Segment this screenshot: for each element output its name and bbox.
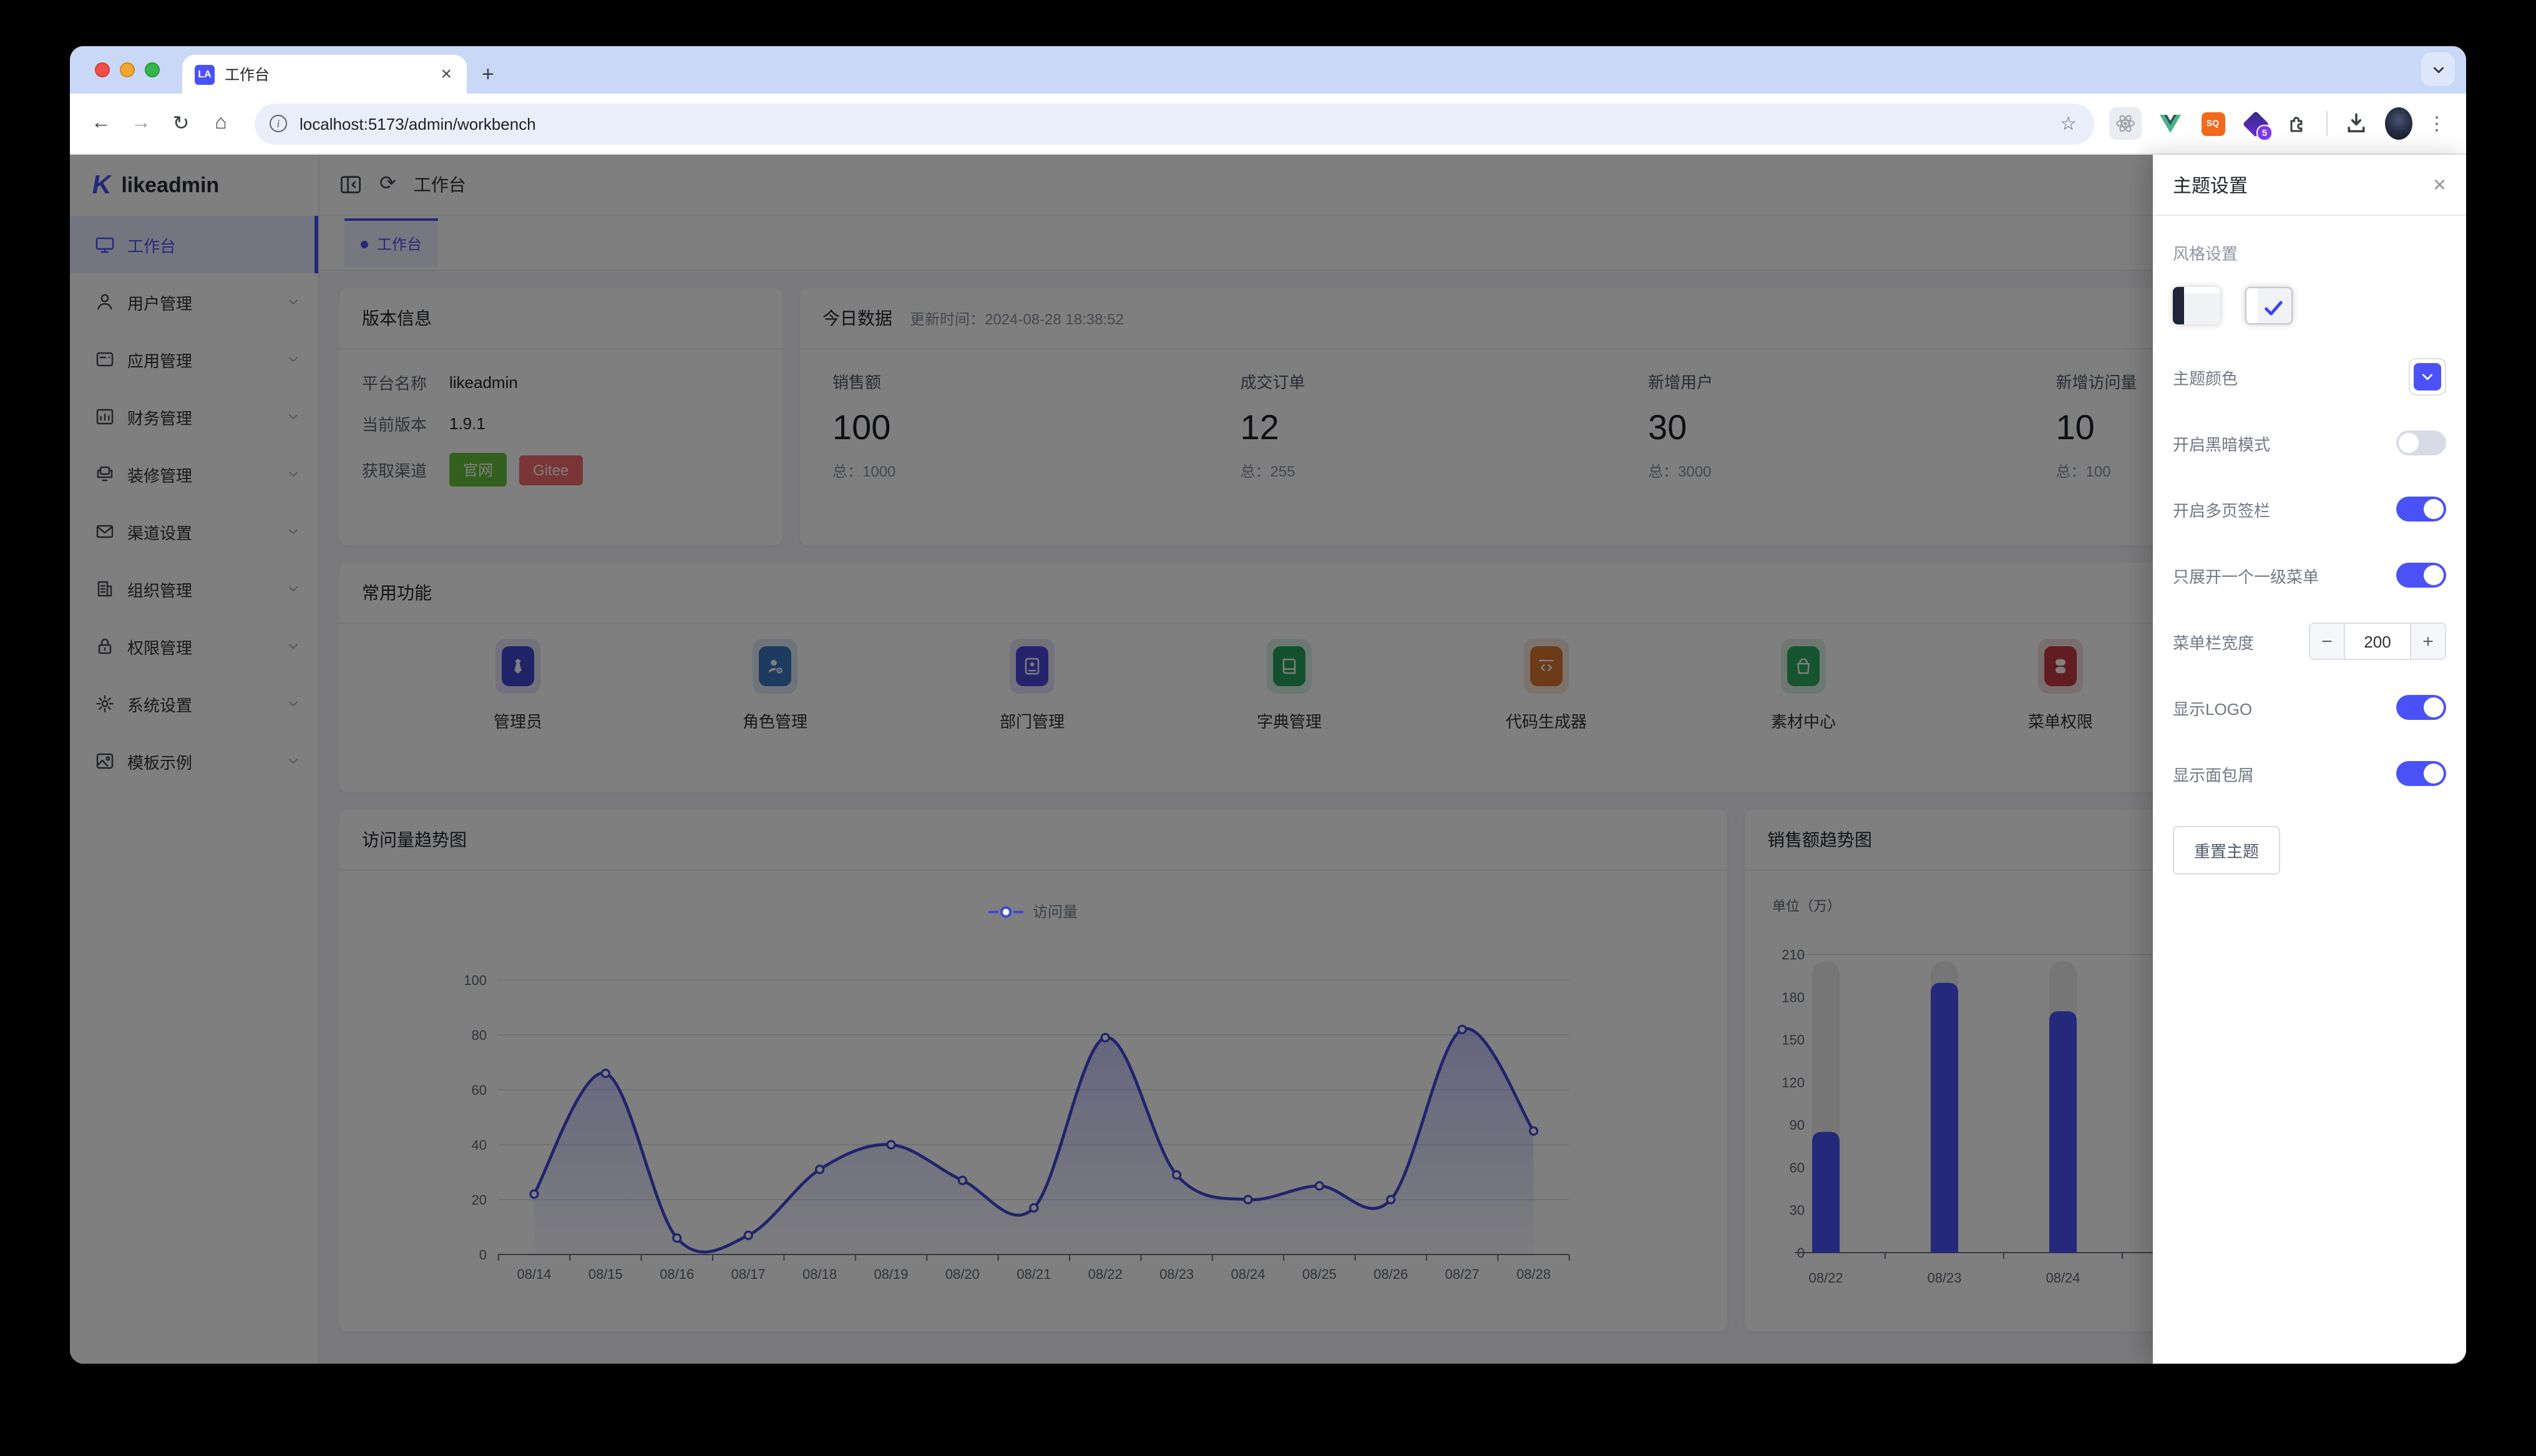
minimize-window-button[interactable] <box>120 62 135 77</box>
tab-title: 工作台 <box>225 66 270 84</box>
stepper-plus-button[interactable]: + <box>2410 624 2445 659</box>
thumb-sidebar <box>2173 287 2184 324</box>
drawer-overlay[interactable] <box>70 155 2466 1364</box>
react-devtools-icon[interactable] <box>2109 107 2142 140</box>
theme-color-row: 主题颜色 <box>2173 357 2446 397</box>
drawer-header: 主题设置 × <box>2153 155 2466 216</box>
drawer-row-label: 开启多页签栏 <box>2173 501 2271 520</box>
screen: LA 工作台 × + ← → ↻ ⌂ i localhost:5173/admi… <box>0 0 2536 1456</box>
close-icon[interactable]: × <box>2433 173 2446 196</box>
reset-theme-button[interactable]: 重置主题 <box>2173 826 2281 875</box>
back-button[interactable]: ← <box>85 107 117 140</box>
thumb-sidebar <box>2246 288 2258 323</box>
color-swatch <box>2414 363 2441 391</box>
address-bar[interactable]: i localhost:5173/admin/workbench ☆ <box>255 103 2094 144</box>
theme-color-picker[interactable] <box>2409 358 2446 396</box>
tab-favicon: LA <box>195 64 215 84</box>
menu-width-stepper: −+ <box>2309 623 2446 660</box>
vue-logo-icon <box>2160 115 2181 133</box>
site-info-icon[interactable]: i <box>270 115 287 132</box>
drawer-row-菜单栏宽度: 菜单栏宽度−+ <box>2173 621 2446 661</box>
theme-color-label: 主题颜色 <box>2173 369 2238 387</box>
extension-count-badge: 5 <box>2256 125 2273 141</box>
close-window-button[interactable] <box>95 62 110 77</box>
drawer-row-label: 菜单栏宽度 <box>2173 633 2255 652</box>
toggle-knob <box>2424 565 2444 585</box>
browser-tabstrip: LA 工作台 × + <box>70 46 2466 94</box>
drawer-row-label: 开启黑暗模式 <box>2173 435 2271 454</box>
toggle-knob <box>2399 433 2419 453</box>
toggle-显示LOGO[interactable] <box>2396 695 2446 720</box>
toggle-knob <box>2424 499 2444 519</box>
sq-badge: SQ <box>2201 112 2225 135</box>
chevron-down-icon <box>2432 66 2444 73</box>
new-tab-button[interactable]: + <box>482 64 494 85</box>
drawer-row-开启黑暗模式: 开启黑暗模式 <box>2173 423 2446 463</box>
legend-label: 访问量 <box>1032 903 1078 921</box>
toggle-knob <box>2424 764 2444 784</box>
browser-tab[interactable]: LA 工作台 × <box>182 55 467 94</box>
zoom-window-button[interactable] <box>145 62 160 77</box>
bookmark-star-icon[interactable]: ☆ <box>2050 112 2087 135</box>
toggle-只展开一个一级菜单[interactable] <box>2396 563 2446 588</box>
drawer-title: 主题设置 <box>2173 175 2248 197</box>
drawer-row-显示LOGO: 显示LOGO <box>2173 687 2446 727</box>
extensions-area: SQ 5 ⋮ <box>2104 107 2451 141</box>
check-icon <box>2265 301 2283 316</box>
visit-chart-legend[interactable]: 访问量 <box>339 901 1727 922</box>
traffic-lights <box>95 62 160 77</box>
puzzle-icon <box>2290 117 2303 132</box>
atom-icon <box>2116 115 2135 132</box>
toggle-开启多页签栏[interactable] <box>2396 497 2446 522</box>
tab-close-icon[interactable]: × <box>438 65 454 84</box>
style-dark-sidebar-option[interactable] <box>2173 287 2220 324</box>
style-light-sidebar-option[interactable] <box>2245 287 2293 324</box>
browser-menu-icon[interactable]: ⋮ <box>2427 112 2446 135</box>
toolbar-divider <box>2326 111 2328 136</box>
reload-button[interactable]: ↻ <box>165 107 197 140</box>
avatar <box>2385 107 2412 140</box>
drawer-row-只展开一个一级菜单: 只展开一个一级菜单 <box>2173 555 2446 595</box>
page-viewport: K likeadmin 工作台用户管理应用管理财务管理装修管理渠道设置组织管理权… <box>70 155 2466 1364</box>
legend-marker-icon <box>988 905 1024 918</box>
drawer-rows: 开启黑暗模式开启多页签栏只展开一个一级菜单菜单栏宽度−+显示LOGO显示面包屑 <box>2173 423 2446 820</box>
stepper-minus-button[interactable]: − <box>2310 624 2345 659</box>
menu-width-input[interactable] <box>2345 624 2410 659</box>
style-section-label: 风格设置 <box>2173 245 2238 263</box>
browser-window: LA 工作台 × + ← → ↻ ⌂ i localhost:5173/admi… <box>70 46 2466 1364</box>
drawer-row-label: 显示LOGO <box>2173 699 2253 718</box>
url-text: localhost:5173/admin/workbench <box>300 114 536 133</box>
home-button[interactable]: ⌂ <box>205 107 237 140</box>
drawer-row-label: 显示面包屑 <box>2173 765 2255 784</box>
drawer-row-开启多页签栏: 开启多页签栏 <box>2173 489 2446 529</box>
profile-avatar[interactable] <box>2385 107 2412 140</box>
thumb-topbar <box>2184 287 2220 293</box>
toggle-开启黑暗模式[interactable] <box>2396 430 2446 455</box>
forward-button[interactable]: → <box>125 107 157 140</box>
purple-extension-icon[interactable]: 5 <box>2241 110 2273 141</box>
toggle-knob <box>2424 697 2444 717</box>
vue-devtools-icon[interactable] <box>2157 110 2184 137</box>
sq-extension-icon[interactable]: SQ <box>2199 110 2226 137</box>
toggle-显示面包屑[interactable] <box>2396 761 2446 786</box>
drawer-body: 风格设置 主题颜色 开启黑暗模式 开启多页签栏 只展开一个一级菜单 菜单栏宽度 … <box>2153 216 2466 900</box>
drawer-row-显示面包屑: 显示面包屑 <box>2173 754 2446 794</box>
download-arrow-icon <box>2348 113 2365 133</box>
extensions-puzzle-icon[interactable] <box>2284 110 2311 137</box>
browser-toolbar: ← → ↻ ⌂ i localhost:5173/admin/workbench… <box>70 94 2466 155</box>
downloads-icon[interactable] <box>2343 110 2370 137</box>
drawer-row-label: 只展开一个一级菜单 <box>2173 567 2319 586</box>
tab-search-button[interactable] <box>2421 52 2455 86</box>
theme-settings-drawer: 主题设置 × 风格设置 主题颜色 开启黑暗模式 开启多页签栏 只展开一个一级菜单… <box>2153 155 2466 1364</box>
style-cards <box>2173 287 2446 324</box>
chevron-down-icon <box>2422 374 2433 381</box>
